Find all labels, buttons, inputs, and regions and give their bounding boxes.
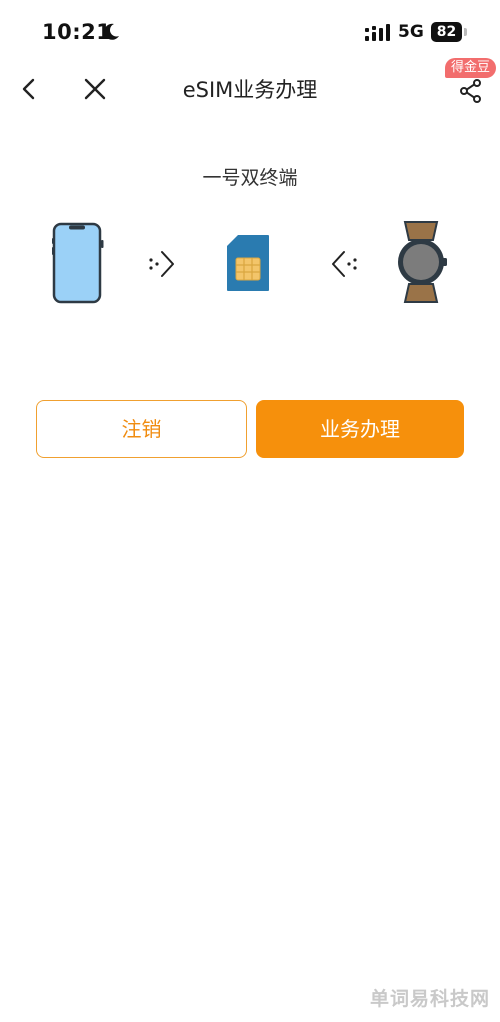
sim-card-icon [227, 235, 269, 291]
apply-service-button[interactable]: 业务办理 [256, 400, 464, 458]
watermark: 单词易科技网 [369, 988, 490, 1010]
network-type: 5G [398, 22, 424, 42]
battery-icon: 82 [431, 22, 467, 42]
status-bar: 10:21 5G 82 [0, 0, 500, 60]
nav-bar: eSIM业务办理 得金豆 [0, 58, 500, 120]
coin-badge[interactable]: 得金豆 [445, 58, 497, 78]
moon-icon [104, 23, 119, 40]
signal-icon [365, 24, 390, 41]
arrow-right-icon [149, 251, 174, 277]
watch-icon [398, 221, 447, 303]
arrow-left-icon [332, 251, 357, 277]
battery-level: 82 [431, 22, 462, 42]
phone-icon [52, 222, 104, 304]
cancel-service-button[interactable]: 注销 [36, 400, 247, 458]
share-icon[interactable] [458, 78, 484, 104]
section-subtitle: 一号双终端 [202, 167, 298, 189]
page-title: eSIM业务办理 [182, 78, 318, 102]
